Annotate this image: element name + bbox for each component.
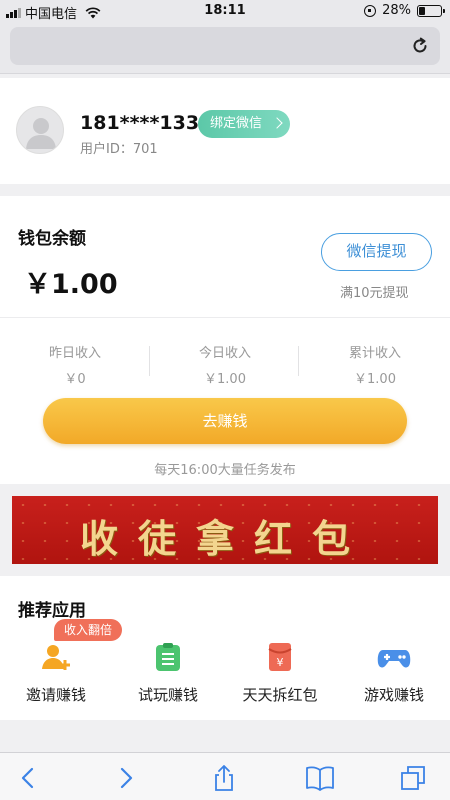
- status-bar: 中国电信 18:11 28%: [0, 0, 450, 22]
- clipboard-icon: [153, 642, 183, 672]
- tabs-icon[interactable]: [400, 765, 426, 791]
- browser-top-bar: [0, 22, 450, 74]
- bind-wechat-button[interactable]: 绑定微信: [198, 110, 291, 138]
- divider: [298, 346, 299, 376]
- battery-percent: 28%: [382, 3, 411, 18]
- recruit-banner[interactable]: 收徒拿红包: [12, 496, 438, 564]
- browser-toolbar: [0, 752, 450, 800]
- add-user-icon: [41, 642, 71, 672]
- battery-fill: [419, 6, 425, 15]
- daily-red-envelope-app[interactable]: ¥ 天天拆红包: [224, 642, 336, 705]
- svg-text:¥: ¥: [277, 656, 284, 669]
- red-envelope-icon: ¥: [265, 642, 295, 672]
- income-value: ￥0: [64, 372, 86, 387]
- income-card: 昨日收入 ￥0 今日收入 ￥1.00 累计收入 ￥1.00 去赚钱 每天16:0…: [0, 318, 450, 484]
- avatar[interactable]: [16, 106, 64, 154]
- reload-icon[interactable]: [410, 36, 430, 56]
- bind-wechat-label: 绑定微信: [210, 116, 263, 131]
- chevron-right-icon: [271, 117, 283, 129]
- recommended-apps-title: 推荐应用: [18, 601, 86, 621]
- back-icon[interactable]: [16, 765, 42, 791]
- wechat-withdraw-button[interactable]: 微信提现: [321, 233, 432, 271]
- invite-earn-app[interactable]: 邀请赚钱: [0, 642, 112, 705]
- income-yesterday: 昨日收入 ￥0: [0, 342, 150, 387]
- withdraw-threshold-tip: 满10元提现: [340, 286, 409, 301]
- user-id: 用户ID：701: [80, 142, 158, 157]
- bookmarks-icon[interactable]: [305, 765, 335, 791]
- gamepad-icon: [377, 642, 411, 672]
- income-value: ￥1.00: [354, 372, 396, 387]
- forward-icon[interactable]: [112, 765, 138, 791]
- banner-section: 收徒拿红包: [0, 486, 450, 574]
- banner-text: 收徒拿红包: [79, 516, 370, 561]
- trial-earn-app[interactable]: 试玩赚钱: [112, 642, 224, 705]
- income-label: 今日收入: [198, 346, 251, 361]
- profile-card: 181****1338 绑定微信 用户ID：701: [0, 78, 450, 184]
- wallet-title: 钱包余额: [18, 229, 86, 249]
- address-bar[interactable]: [10, 27, 440, 65]
- task-release-tip: 每天16:00大量任务发布: [154, 463, 296, 478]
- income-double-badge: 收入翻倍: [54, 619, 123, 641]
- app-label: 游戏赚钱: [363, 686, 424, 704]
- income-total: 累计收入 ￥1.00: [300, 342, 450, 387]
- app-label: 邀请赚钱: [25, 686, 86, 704]
- game-earn-app[interactable]: 游戏赚钱: [338, 642, 450, 705]
- income-label: 昨日收入: [48, 346, 101, 361]
- income-value: ￥1.00: [204, 372, 246, 387]
- app-label: 天天拆红包: [242, 686, 318, 704]
- status-right: 28%: [364, 3, 445, 18]
- go-earn-button[interactable]: 去赚钱: [43, 398, 407, 444]
- wallet-balance: ￥1.00: [24, 269, 118, 300]
- income-label: 累计收入: [348, 346, 401, 361]
- income-today: 今日收入 ￥1.00: [150, 342, 300, 387]
- app-label: 试玩赚钱: [137, 686, 198, 704]
- user-silhouette-icon: [26, 118, 56, 149]
- recommended-apps-card: 推荐应用 邀请赚钱 试玩赚钱 ¥ 天天拆红包 游戏赚钱: [0, 576, 450, 720]
- battery-icon: [417, 4, 445, 17]
- user-phone: 181****1338: [80, 112, 213, 134]
- share-icon[interactable]: [211, 765, 237, 791]
- rotation-lock-icon: [364, 4, 377, 17]
